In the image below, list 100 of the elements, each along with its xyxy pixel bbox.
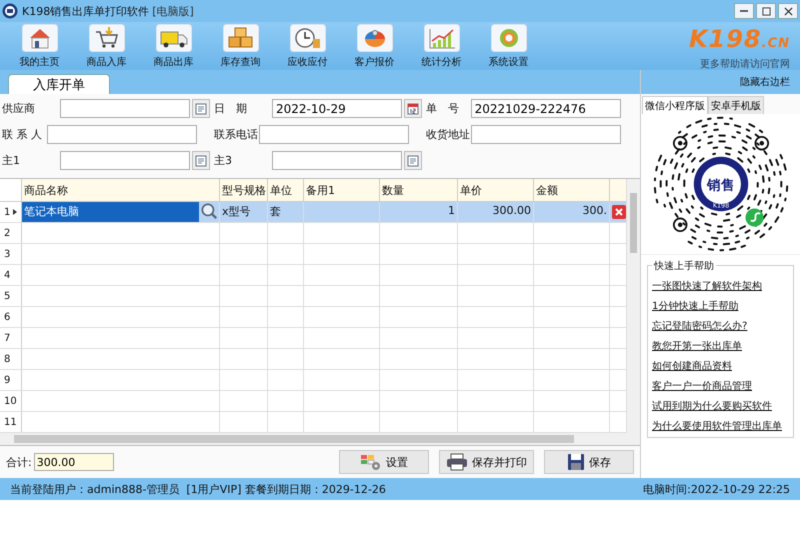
total-field[interactable]: 300.00 <box>34 453 114 471</box>
toolbar-button[interactable]: 商品出库 <box>140 22 207 69</box>
hide-sidebar-link[interactable]: 隐藏右边栏 <box>740 75 790 89</box>
input-field[interactable]: 2022-10-29 <box>272 99 402 118</box>
column-header[interactable]: 单位 <box>268 179 304 201</box>
close-button[interactable] <box>778 3 798 19</box>
row-number: 9 <box>4 374 10 386</box>
table-row[interactable]: 3 <box>0 244 626 265</box>
table-cell[interactable]: 笔记本电脑 <box>22 202 199 222</box>
minimize-icon <box>740 10 748 12</box>
field-label: 联 系 人 <box>1 127 43 142</box>
table-cell: 套 <box>268 202 304 222</box>
sidebar-tab[interactable]: 安卓手机版 <box>708 96 764 114</box>
column-header[interactable]: 商品名称 <box>22 179 220 201</box>
help-link[interactable]: 客户一户一价商品管理 <box>652 379 789 393</box>
help-link[interactable]: 1分钟快速上手帮助 <box>652 299 789 313</box>
row-number: 11 <box>4 416 17 428</box>
status-user: 当前登陆用户：admin888-管理员 [1用户VIP] 套餐到期日期：2029-12-26 <box>10 482 386 496</box>
row-number: 10 <box>4 396 17 406</box>
footer-button[interactable]: 保存 <box>544 450 634 474</box>
column-header[interactable]: 数量 <box>380 179 458 201</box>
row-number: 3 <box>4 248 10 260</box>
toolbar-button[interactable]: 商品入库 <box>73 22 140 69</box>
bar-chart-icon[interactable] <box>424 24 460 52</box>
table-row[interactable]: 5 <box>0 286 626 307</box>
minimize-button[interactable] <box>734 3 754 19</box>
row-number: 6 <box>4 312 10 322</box>
input-field[interactable] <box>258 125 409 144</box>
column-header[interactable]: 型号规格 <box>220 179 268 201</box>
toolbar-button[interactable]: 应收应付 <box>274 22 341 69</box>
table-row[interactable]: 1 笔记本电脑 x型号 套 1 300.00 300. <box>0 202 626 223</box>
table-cell: 1 <box>380 202 458 222</box>
help-link[interactable]: 教您开第一张出库单 <box>652 339 789 353</box>
input-field[interactable] <box>272 151 402 170</box>
table-row[interactable]: 9 <box>0 370 626 391</box>
vertical-scrollbar[interactable] <box>626 179 640 433</box>
delete-icon[interactable] <box>612 205 626 219</box>
search-icon[interactable] <box>199 202 219 220</box>
field-label: 日 期 <box>213 101 248 116</box>
input-field[interactable] <box>46 125 197 144</box>
field-label: 供应商 <box>1 101 36 116</box>
column-header[interactable]: 单价 <box>458 179 534 201</box>
help-link[interactable]: 如何创建商品资料 <box>652 359 789 373</box>
toolbar-button[interactable]: 我的主页 <box>6 22 73 69</box>
clock-icon[interactable] <box>290 24 326 52</box>
maximize-icon <box>762 6 770 16</box>
calendar-button[interactable] <box>404 99 422 118</box>
picker-button[interactable] <box>404 151 422 170</box>
settings-icon <box>360 453 382 471</box>
picker-button[interactable] <box>192 151 210 170</box>
pie-chart-icon[interactable] <box>356 24 392 52</box>
printer-icon <box>446 453 468 471</box>
help-link[interactable]: 试用到期为什么要购买软件 <box>652 399 789 413</box>
help-link[interactable]: 一张图快速了解软件架构 <box>652 279 789 293</box>
row-number: 4 <box>4 270 10 280</box>
input-field[interactable] <box>470 125 621 144</box>
table-row[interactable]: 4 <box>0 265 626 286</box>
input-field[interactable] <box>60 99 190 118</box>
footer-button[interactable]: 保存并打印 <box>439 450 534 474</box>
toolbar-button[interactable]: 客户报价 <box>341 22 408 69</box>
row-number: 7 <box>4 332 10 344</box>
table-row[interactable]: 8 <box>0 349 626 370</box>
input-field[interactable]: 20221029-222476 <box>470 99 621 118</box>
column-header[interactable]: 金额 <box>534 179 610 201</box>
input-field[interactable] <box>60 151 190 170</box>
edition-label: [电脑版] <box>152 4 194 18</box>
brand-logo: K198.CN <box>688 26 790 55</box>
horizontal-scrollbar[interactable] <box>0 433 640 445</box>
toolbar-button[interactable]: 统计分析 <box>408 22 475 69</box>
column-header[interactable]: 备用1 <box>304 179 380 201</box>
brand-tagline: 更多帮助请访问官网 <box>700 58 790 71</box>
row-number: 8 <box>4 354 10 364</box>
toolbar-button[interactable]: 系统设置 <box>475 22 542 69</box>
boxes-icon[interactable] <box>222 24 258 52</box>
truck-icon[interactable] <box>156 24 192 52</box>
total-label: 合计: <box>6 454 32 470</box>
help-link[interactable]: 为什么要使用软件管理出库单 <box>652 419 789 433</box>
window-title: K198销售出库单打印软件 <box>22 4 150 18</box>
table-cell: 300.00 <box>458 202 534 222</box>
help-link[interactable]: 忘记登陆密码怎么办? <box>652 319 789 333</box>
field-label: 单 号 <box>425 101 460 116</box>
field-label: 收货地址 <box>425 127 471 142</box>
field-label: 主3 <box>213 153 233 168</box>
table-row[interactable]: 2 <box>0 223 626 244</box>
picker-button[interactable] <box>192 99 210 118</box>
close-icon <box>784 6 792 16</box>
maximize-button[interactable] <box>756 3 776 19</box>
sidebar-tab[interactable]: 微信小程序版 <box>642 96 708 114</box>
field-label: 主1 <box>1 153 21 168</box>
table-row[interactable]: 10 <box>0 391 626 412</box>
tab[interactable]: 入库开单 <box>8 74 110 94</box>
table-row[interactable]: 6 <box>0 307 626 328</box>
footer-button[interactable]: 设置 <box>339 450 429 474</box>
cart-icon[interactable] <box>88 24 124 52</box>
table-cell: x型号 <box>220 202 268 222</box>
house-icon[interactable] <box>22 24 58 52</box>
table-row[interactable]: 7 <box>0 328 626 349</box>
toolbar-button[interactable]: 库存查询 <box>207 22 274 69</box>
gear-icon[interactable] <box>490 24 526 52</box>
table-cell: 300. <box>534 202 610 222</box>
